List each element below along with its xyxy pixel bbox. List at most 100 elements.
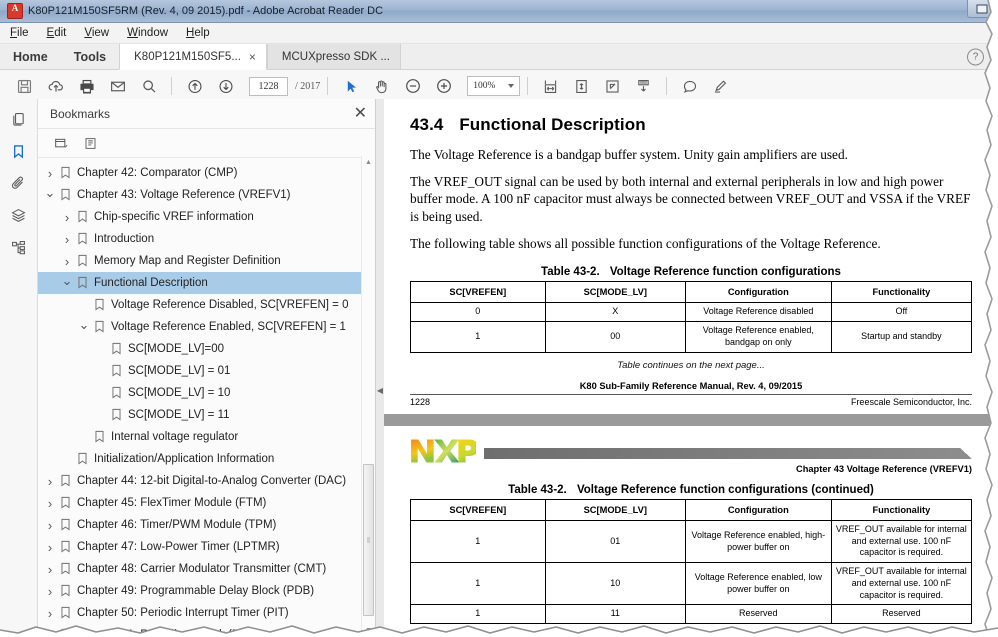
tags-tree-icon[interactable]	[8, 236, 30, 258]
zoom-in-icon[interactable]	[428, 71, 459, 101]
close-bookmarks-icon[interactable]: ✕	[354, 105, 367, 122]
footer-divider	[410, 394, 972, 395]
save-icon[interactable]	[9, 71, 40, 101]
menu-label: indow	[137, 27, 169, 39]
cursor-select-icon[interactable]	[335, 71, 366, 101]
menu-edit[interactable]: Edit	[47, 27, 67, 39]
previous-page-icon[interactable]	[179, 71, 210, 101]
scroll-up-icon[interactable]: ▲	[362, 156, 375, 169]
layers-icon[interactable]	[8, 204, 30, 226]
bookmark-item[interactable]: ⌄ Voltage Reference Enabled, SC[VREFEN] =…	[38, 316, 375, 338]
bookmark-item[interactable]: ⌄ Functional Description	[38, 272, 375, 294]
bookmark-icon	[60, 562, 73, 576]
chevron-down-icon	[508, 84, 515, 88]
chevron-right-icon[interactable]: ›	[44, 628, 56, 637]
zoom-level-value: 100%	[473, 81, 496, 91]
bookmark-item[interactable]: ⌄ Chapter 43: Voltage Reference (VREFV1)	[38, 184, 375, 206]
home-button[interactable]: Home	[0, 44, 61, 69]
upload-cloud-icon[interactable]	[40, 71, 71, 101]
fullscreen-icon[interactable]	[597, 71, 628, 101]
expand-bookmarks-icon[interactable]	[77, 132, 103, 154]
chevron-right-icon[interactable]: ›	[44, 584, 56, 599]
fit-width-icon[interactable]	[535, 71, 566, 101]
scroll-down-icon[interactable]: ▼	[362, 624, 375, 637]
scrollbar-thumb[interactable]	[363, 464, 374, 616]
toolbar-divider	[171, 77, 172, 95]
page-thumbnails-icon[interactable]	[8, 108, 30, 130]
bookmark-item[interactable]: › Chip-specific VREF information	[38, 206, 375, 228]
table-column-header: Functionality	[830, 498, 973, 522]
next-page-icon[interactable]	[210, 71, 241, 101]
table-column-header: Functionality	[830, 281, 973, 304]
table-cell: Reserved	[684, 604, 832, 624]
chevron-right-icon[interactable]: ›	[61, 232, 73, 247]
bookmark-item[interactable]: › Chapter 49: Programmable Delay Block (P…	[38, 580, 375, 602]
bookmarks-list[interactable]: › Chapter 42: Comparator (CMP) ⌄ Chapter 43…	[38, 158, 375, 637]
chevron-right-icon[interactable]: ›	[44, 474, 56, 489]
chevron-down-icon[interactable]: ⌄	[44, 185, 56, 200]
bookmarks-scrollbar[interactable]: ▲ ▼	[361, 156, 375, 637]
help-icon[interactable]: ?	[967, 48, 984, 65]
bookmark-item[interactable]: › Chapter 45: FlexTimer Module (FTM)	[38, 492, 375, 514]
zoom-out-icon[interactable]	[397, 71, 428, 101]
bookmark-item[interactable]: SC[MODE_LV] = 01	[38, 360, 375, 382]
bookmark-item[interactable]: › Introduction	[38, 228, 375, 250]
bookmark-item[interactable]: › Chapter 46: Timer/PWM Module (TPM)	[38, 514, 375, 536]
highlight-icon[interactable]	[705, 71, 736, 101]
bookmark-item[interactable]: › Chapter 50: Periodic Interrupt Timer (P…	[38, 602, 375, 624]
options-menu-icon[interactable]	[48, 132, 74, 154]
tab-document-k80[interactable]: K80P121M150SF5... ×	[119, 44, 267, 70]
bookmark-item[interactable]: Voltage Reference Disabled, SC[VREFEN] =…	[38, 294, 375, 316]
paragraph-1: The Voltage Reference is a bandgap buffe…	[410, 147, 848, 162]
restore-window-button[interactable]	[967, 0, 996, 18]
menu-help[interactable]: Help	[186, 27, 210, 39]
bookmark-item[interactable]: › Chapter 48: Carrier Modulator Transmitt…	[38, 558, 375, 580]
bookmarks-header: Bookmarks ✕	[38, 99, 375, 129]
print-icon[interactable]	[71, 71, 102, 101]
bookmark-item[interactable]: SC[MODE_LV]=00	[38, 338, 375, 360]
bookmark-item[interactable]: SC[MODE_LV] = 10	[38, 382, 375, 404]
chevron-right-icon[interactable]: ›	[44, 166, 56, 181]
bookmark-item[interactable]: Initialization/Application Information	[38, 448, 375, 470]
search-icon[interactable]	[133, 71, 164, 101]
menu-file[interactable]: File	[10, 27, 29, 39]
chevron-down-icon[interactable]: ⌄	[78, 317, 90, 332]
fit-page-icon[interactable]	[566, 71, 597, 101]
email-icon[interactable]	[102, 71, 133, 101]
footer-page-number: 1228	[410, 397, 431, 407]
tab-document-mcuxpresso[interactable]: MCUXpresso SDK ...	[266, 44, 401, 69]
bookmark-item[interactable]: SC[MODE_LV] = 11	[38, 404, 375, 426]
bookmark-icon	[77, 276, 90, 290]
chevron-right-icon[interactable]: ›	[61, 210, 73, 225]
document-viewer[interactable]: ◀ 43.4 Functional Description The Voltag…	[376, 99, 998, 637]
bookmark-item[interactable]: › Chapter 47: Low-Power Timer (LPTMR)	[38, 536, 375, 558]
bookmark-icon[interactable]	[8, 140, 30, 162]
bookmark-item[interactable]: › Chapter 44: 12-bit Digital-to-Analog Co…	[38, 470, 375, 492]
bookmark-label: Voltage Reference Enabled, SC[VREFEN] = …	[111, 321, 346, 333]
chevron-right-icon[interactable]: ›	[61, 254, 73, 269]
bookmark-item[interactable]: › Chapter 42: Comparator (CMP)	[38, 162, 375, 184]
chevron-right-icon[interactable]: ›	[44, 518, 56, 533]
paperclip-icon[interactable]	[8, 172, 30, 194]
bookmark-item[interactable]: Internal voltage regulator	[38, 426, 375, 448]
pdf-page-1229: Chapter 43 Voltage Reference (VREFV1) Ta…	[384, 426, 998, 637]
hand-pan-icon[interactable]	[366, 71, 397, 101]
comment-icon[interactable]	[674, 71, 705, 101]
tools-button[interactable]: Tools	[61, 44, 119, 69]
toolbar-divider-2	[327, 77, 329, 95]
menu-window[interactable]: Window	[127, 27, 168, 39]
page-number-input[interactable]: 1228	[249, 76, 288, 96]
chevron-right-icon[interactable]: ›	[44, 562, 56, 577]
scroll-mode-icon[interactable]	[628, 71, 659, 101]
chevron-right-icon[interactable]: ›	[44, 540, 56, 555]
chevron-down-icon[interactable]: ⌄	[61, 273, 73, 288]
chevron-right-icon[interactable]: ›	[44, 496, 56, 511]
bookmark-item[interactable]: › Chapter 51: Real-Time Clock (RTC)	[38, 624, 375, 637]
bookmark-item[interactable]: › Memory Map and Register Definition	[38, 250, 375, 272]
chevron-right-icon[interactable]: ›	[44, 606, 56, 621]
zoom-level-select[interactable]: 100%	[467, 76, 521, 96]
bookmark-icon	[60, 496, 73, 510]
menu-view[interactable]: View	[84, 27, 109, 39]
close-icon[interactable]: ×	[249, 51, 256, 63]
